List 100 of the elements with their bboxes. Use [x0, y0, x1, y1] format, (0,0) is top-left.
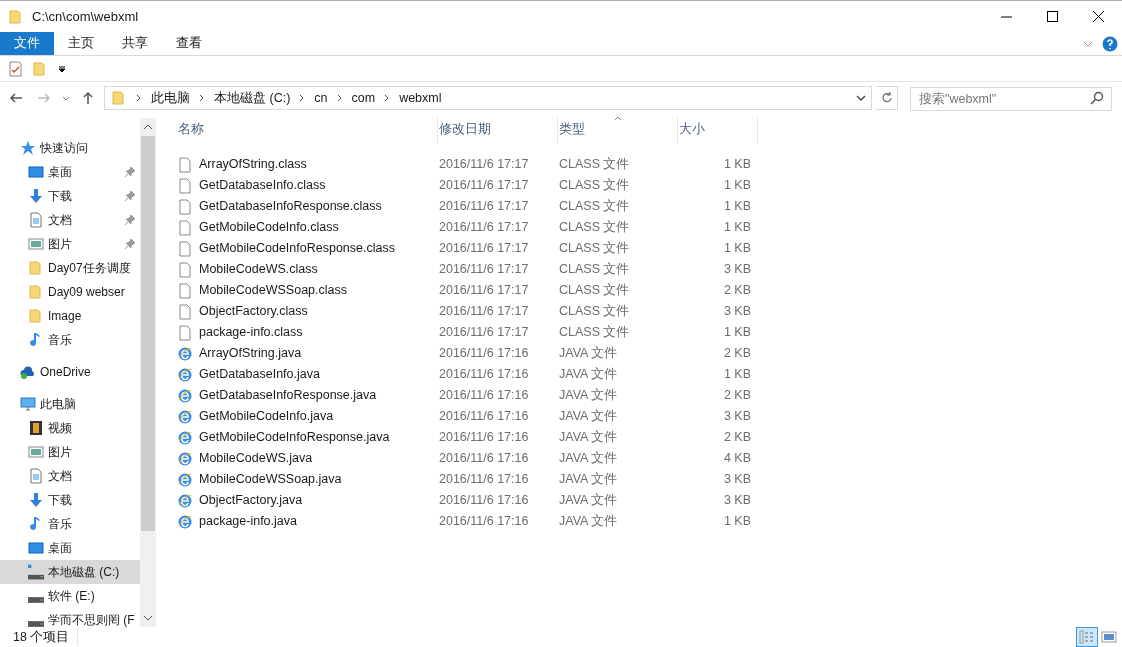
globe-e-icon	[177, 429, 193, 446]
chevron-right-icon	[198, 94, 206, 102]
nav-item[interactable]: Day07任务调度	[0, 256, 140, 280]
breadcrumb[interactable]: webxml	[399, 88, 442, 108]
column-header[interactable]: 修改日期	[438, 118, 558, 143]
type-cell-text: CLASS 文件	[558, 240, 631, 258]
file-name[interactable]: GetMobileCodeInfoResponse.class	[177, 239, 438, 258]
globe-e-icon	[177, 513, 193, 530]
nav-item[interactable]: 软件 (E:)	[0, 584, 140, 608]
file-name[interactable]: MobileCodeWSSoap.java	[177, 470, 438, 489]
ribbon-tab[interactable]: 查看	[162, 32, 216, 55]
size-cell-text: 2 KB	[722, 429, 751, 447]
file-icon	[177, 198, 193, 215]
breadcrumb[interactable]: 本地磁盘 (C:)	[214, 88, 291, 108]
nav-item[interactable]: 此电脑	[0, 392, 140, 416]
chevron-up-icon[interactable]	[143, 122, 153, 132]
size-cell-text: 1 KB	[722, 177, 751, 195]
folder-icon	[28, 308, 44, 324]
size-cell-text: 1 KB	[722, 156, 751, 174]
file-name[interactable]: ArrayOfString.java	[177, 344, 438, 363]
ribbon-tab[interactable]: 文件	[0, 32, 54, 55]
breadcrumb[interactable]: cn	[314, 88, 328, 108]
desktop-icon	[28, 164, 44, 180]
breadcrumb[interactable]: com	[351, 88, 376, 108]
file-name[interactable]: GetDatabaseInfoResponse.java	[177, 386, 438, 405]
file-name[interactable]: MobileCodeWSSoap.class	[177, 281, 438, 300]
ribbon-tab[interactable]: 共享	[108, 32, 162, 55]
document-icon	[28, 212, 44, 228]
type-cell-text: JAVA 文件	[558, 492, 619, 510]
file-name[interactable]: GetDatabaseInfoResponse.class	[177, 197, 438, 216]
file-name[interactable]: GetMobileCodeInfo.class	[177, 218, 438, 237]
nav-item[interactable]: OneDrive	[0, 360, 140, 384]
size-cell-text: 1 KB	[722, 513, 751, 531]
nav-item[interactable]: 视频	[0, 416, 140, 440]
details-view-icon	[1079, 630, 1095, 644]
scrollbar[interactable]	[140, 118, 156, 627]
picture-icon	[28, 236, 44, 252]
column-header[interactable]: 名称	[177, 118, 438, 143]
nav-item[interactable]: 图片	[0, 232, 140, 256]
date-cell-text: 2016/11/6 17:17	[438, 240, 530, 258]
search-field[interactable]: 搜索"webxml"	[910, 87, 1112, 111]
close-icon	[1093, 10, 1105, 23]
nav-item[interactable]: 本地磁盘 (C:)	[0, 560, 140, 584]
nav-item[interactable]: 桌面	[0, 536, 140, 560]
details-view-button[interactable]	[1076, 627, 1098, 647]
nav-item[interactable]: 图片	[0, 440, 140, 464]
nav-item[interactable]: 文档	[0, 464, 140, 488]
checkmark-document-icon[interactable]	[8, 60, 24, 77]
type-cell-text: CLASS 文件	[558, 282, 631, 300]
nav-item[interactable]: Day09 webser	[0, 280, 140, 304]
type-cell-text: JAVA 文件	[558, 429, 619, 447]
nav-item[interactable]: Image	[0, 304, 140, 328]
file-name[interactable]: GetDatabaseInfo.class	[177, 176, 438, 195]
file-name[interactable]: ArrayOfString.class	[177, 155, 438, 174]
folder-icon	[28, 284, 44, 300]
type-cell-text: JAVA 文件	[558, 366, 619, 384]
nav-item[interactable]: 下载	[0, 488, 140, 512]
nav-item[interactable]: 学而不思则罔 (F	[0, 608, 140, 627]
date-cell-text: 2016/11/6 17:16	[438, 471, 530, 489]
search-icon	[1090, 91, 1104, 105]
file-name[interactable]: GetDatabaseInfo.java	[177, 365, 438, 384]
column-header[interactable]: 类型	[558, 118, 678, 143]
file-icon	[177, 156, 193, 173]
date-cell-text: 2016/11/6 17:17	[438, 282, 530, 300]
type-cell-text: JAVA 文件	[558, 345, 619, 363]
type-cell-text: CLASS 文件	[558, 324, 631, 342]
date-cell-text: 2016/11/6 17:17	[438, 177, 530, 195]
size-cell-text: 4 KB	[722, 450, 751, 468]
drive-icon	[28, 564, 44, 580]
ribbon-tab[interactable]: 主页	[54, 32, 108, 55]
file-name[interactable]: MobileCodeWS.java	[177, 449, 438, 468]
type-cell-text: JAVA 文件	[558, 471, 619, 489]
file-name[interactable]: ObjectFactory.java	[177, 491, 438, 510]
size-cell-text: 2 KB	[722, 387, 751, 405]
nav-item[interactable]: 快速访问	[0, 136, 140, 160]
file-name[interactable]: GetMobileCodeInfoResponse.java	[177, 428, 438, 447]
file-name[interactable]: package-info.class	[177, 323, 438, 342]
date-cell-text: 2016/11/6 17:17	[438, 303, 530, 321]
date-cell-text: 2016/11/6 17:16	[438, 387, 530, 405]
nav-item[interactable]: 下载	[0, 184, 140, 208]
nav-item[interactable]: 音乐	[0, 328, 140, 352]
date-cell-text: 2016/11/6 17:16	[438, 345, 530, 363]
chevron-down-icon[interactable]	[143, 613, 153, 623]
column-header[interactable]: 大小	[678, 118, 758, 143]
size-cell-text: 2 KB	[722, 282, 751, 300]
sort-up-icon	[614, 115, 622, 121]
file-name[interactable]: package-info.java	[177, 512, 438, 531]
nav-item[interactable]: 音乐	[0, 512, 140, 536]
type-cell-text: JAVA 文件	[558, 408, 619, 426]
nav-item[interactable]: 文档	[0, 208, 140, 232]
breadcrumb[interactable]: 此电脑	[151, 88, 190, 108]
file-name[interactable]: GetMobileCodeInfo.java	[177, 407, 438, 426]
address-bar[interactable]: 此电脑 本地磁盘 (C:) cn com webxml	[104, 86, 872, 110]
size-cell-text: 1 KB	[722, 198, 751, 216]
down-arrow-icon	[28, 188, 44, 204]
help-icon[interactable]	[1102, 35, 1118, 52]
refresh-button[interactable]	[876, 86, 898, 110]
file-name[interactable]: ObjectFactory.class	[177, 302, 438, 321]
nav-item[interactable]: 桌面	[0, 160, 140, 184]
file-name[interactable]: MobileCodeWS.class	[177, 260, 438, 279]
